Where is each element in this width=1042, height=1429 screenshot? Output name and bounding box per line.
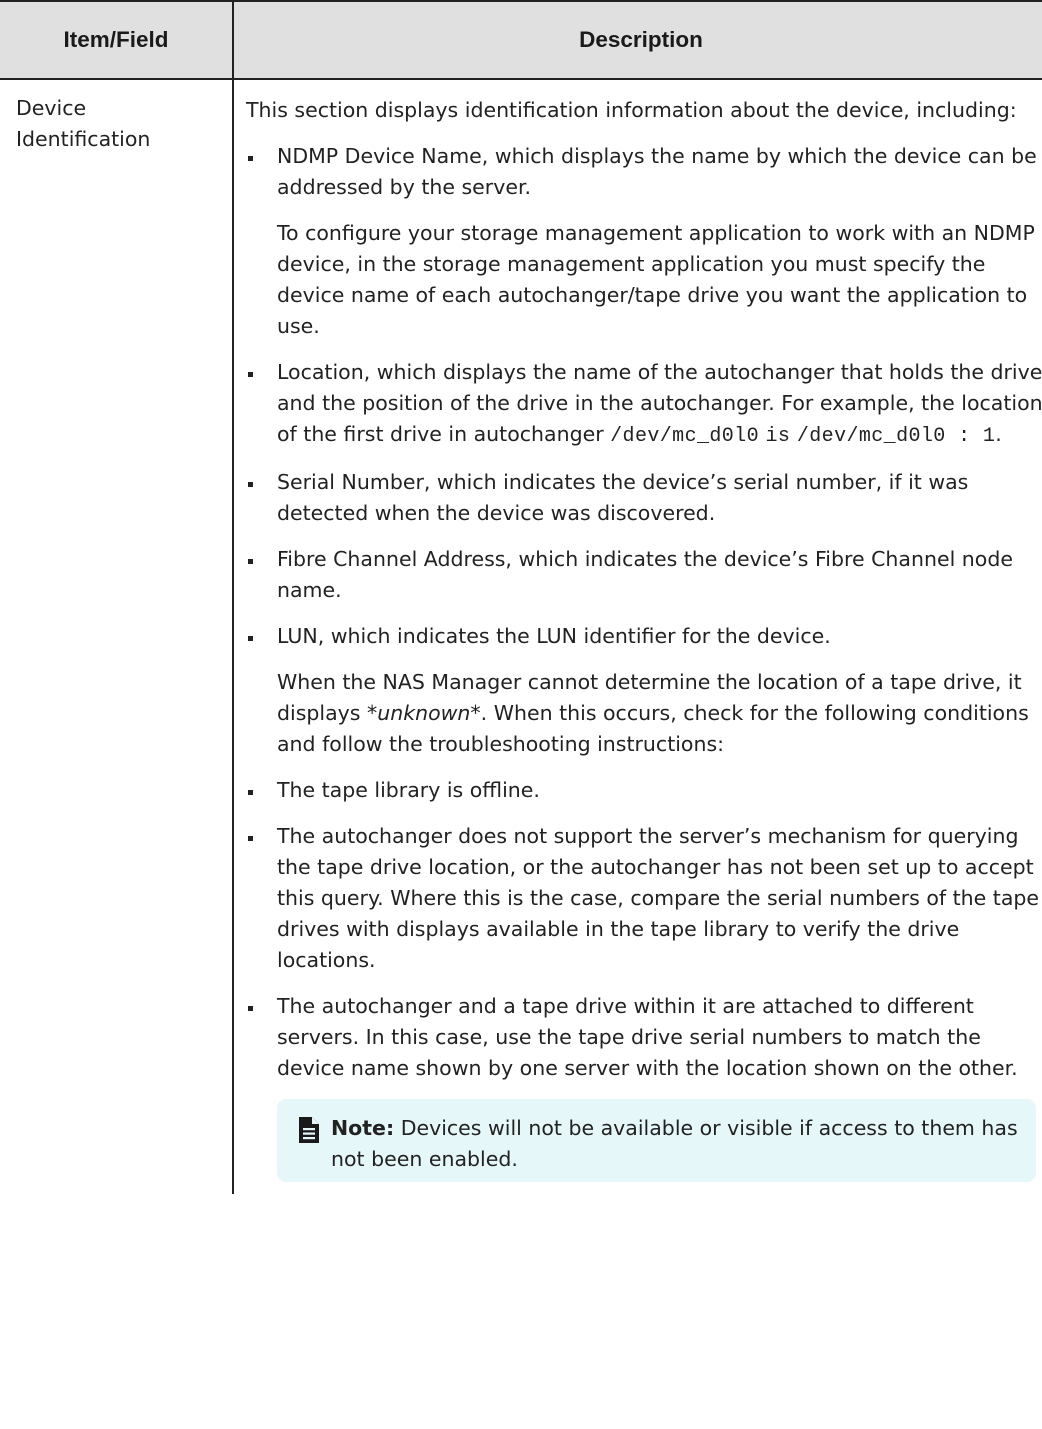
table-header-row: Item/Field Description [0, 0, 1042, 80]
list-item: The tape library is offline. [246, 775, 1042, 806]
bullet-text: NDMP Device Name, which displays the nam… [277, 144, 1037, 199]
device-fields-table: Item/Field Description Device Identifica… [0, 0, 1042, 1194]
unknown-paragraph: When the NAS Manager cannot determine th… [246, 667, 1042, 760]
bullet-marker [248, 372, 253, 377]
list-item: LUN, which indicates the LUN identifier … [246, 621, 1042, 652]
list-item: Serial Number, which indicates the devic… [246, 467, 1042, 529]
bullet-marker [248, 836, 253, 841]
bullet-text: The autochanger does not support the ser… [277, 824, 1040, 972]
intro-paragraph: This section displays identification inf… [246, 98, 1017, 122]
column-header-item-field: Item/Field [0, 0, 234, 80]
bullet-marker [248, 559, 253, 564]
unknown-emphasis: *unknown* [367, 701, 481, 725]
column-header-description: Description [232, 0, 1042, 80]
bullet-text: Serial Number, which indicates the devic… [277, 470, 969, 525]
bullet-marker [248, 482, 253, 487]
bullet-marker [248, 1006, 253, 1011]
bullet-text: The autochanger and a tape drive within … [277, 994, 1018, 1080]
note-callout: Note: Devices will not be available or v… [277, 1099, 1036, 1182]
bullet-marker [248, 156, 253, 161]
bullet-text: The tape library is offline. [277, 778, 540, 802]
sentence-end: . [995, 422, 1002, 446]
note-document-icon [299, 1117, 319, 1152]
bullet-marker [248, 636, 253, 641]
list-item: The autochanger does not support the ser… [246, 821, 1042, 976]
bullet-text: Fibre Channel Address, which indicates t… [277, 547, 1013, 602]
bullet-text: LUN, which indicates the LUN identifier … [277, 624, 831, 648]
code-word: is [765, 425, 791, 448]
list-item: The autochanger and a tape drive within … [246, 991, 1042, 1084]
item-field-cell: Device Identification [0, 78, 234, 1194]
note-text: Devices will not be available or visible… [331, 1116, 1018, 1171]
code-path: /dev/mc_d0l0 : 1 [796, 425, 996, 448]
bullet-marker [248, 790, 253, 795]
list-item: Location, which displays the name of the… [246, 357, 1042, 452]
note-label: Note: [331, 1116, 395, 1140]
code-path: /dev/mc_d0l0 [610, 425, 759, 448]
list-item: Fibre Channel Address, which indicates t… [246, 544, 1042, 606]
sub-paragraph: To configure your storage management app… [277, 221, 1035, 338]
list-item: NDMP Device Name, which displays the nam… [246, 141, 1042, 203]
description-cell: This section displays identification inf… [232, 78, 1042, 1194]
table-row: Device Identification This section displ… [0, 78, 1042, 1194]
